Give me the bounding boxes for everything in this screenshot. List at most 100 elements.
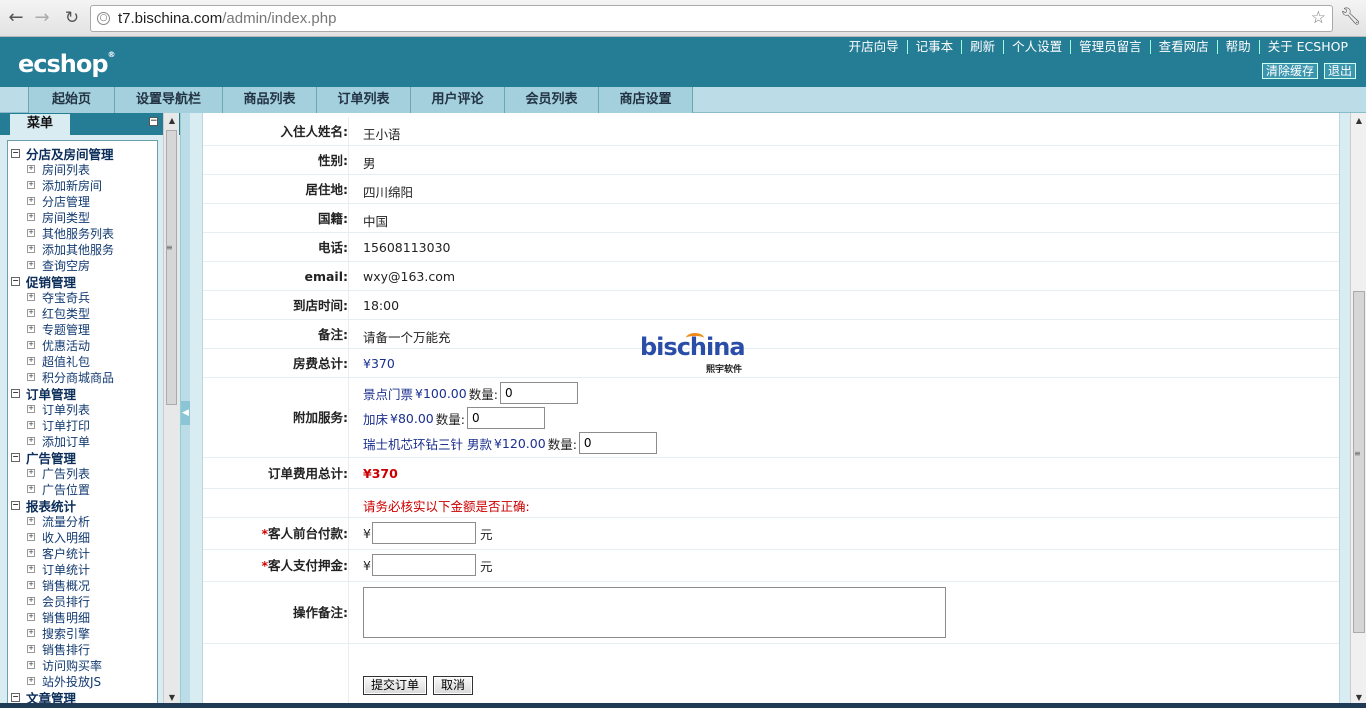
menu-item-label: 超值礼包	[42, 354, 91, 369]
menu-item-label: 房间列表	[42, 162, 91, 177]
scroll-down-icon[interactable]: ▼	[164, 693, 180, 702]
tab-member-list[interactable]: 会员列表	[504, 87, 598, 113]
link-about[interactable]: 关于 ECSHOP	[1258, 40, 1356, 54]
collapse-left-icon[interactable]: ◀	[181, 401, 190, 425]
phone-value: 15608113030	[363, 240, 451, 255]
menu-group[interactable]: − 分店及房间管理	[8, 145, 157, 162]
menu-item[interactable]: + 红包类型	[8, 305, 157, 321]
row-operation-note: 操作备注:	[203, 582, 1339, 644]
tab-goods-list[interactable]: 商品列表	[222, 87, 316, 113]
guest-name-value: 王小语	[363, 127, 401, 142]
front-payment-input[interactable]	[371, 522, 476, 544]
clear-cache-button[interactable]: 清除缓存	[1261, 63, 1318, 79]
operation-note-textarea[interactable]	[363, 587, 946, 638]
menu-item-icon: +	[27, 260, 35, 269]
scroll-up-icon[interactable]: ▲	[1351, 116, 1366, 125]
menu-group[interactable]: − 促销管理	[8, 273, 157, 290]
link-notepad[interactable]: 记事本	[906, 40, 962, 54]
menu-item[interactable]: + 夺宝奇兵	[8, 289, 157, 305]
menu-item[interactable]: + 搜索引擎	[8, 625, 157, 641]
menu-item[interactable]: + 销售排行	[8, 641, 157, 657]
menu-group[interactable]: − 广告管理	[8, 449, 157, 466]
main-scrollbar[interactable]: ▲ ≡ ▼	[1350, 113, 1366, 708]
menu-item[interactable]: + 分店管理	[8, 193, 157, 209]
empty-label	[203, 644, 349, 708]
residence-label: 居住地:	[203, 175, 349, 203]
menu-item-icon: +	[27, 612, 35, 621]
logout-button[interactable]: 退出	[1323, 63, 1356, 79]
menu-item[interactable]: + 超值礼包	[8, 353, 157, 369]
scroll-thumb[interactable]	[166, 130, 177, 405]
scroll-down-icon[interactable]: ▼	[1351, 693, 1366, 702]
link-help[interactable]: 帮助	[1216, 40, 1259, 54]
tab-home[interactable]: 起始页	[28, 87, 114, 113]
menu-item[interactable]: + 收入明细	[8, 529, 157, 545]
menu-item[interactable]: + 访问购买率	[8, 657, 157, 673]
menu-item-icon: +	[27, 228, 35, 237]
ecshop-logo[interactable]: ecshop®	[18, 50, 116, 78]
menu-item[interactable]: + 房间类型	[8, 209, 157, 225]
collapse-icon[interactable]: −	[11, 452, 20, 462]
star-icon[interactable]: ☆	[1311, 8, 1326, 28]
link-profile[interactable]: 个人设置	[1003, 40, 1070, 54]
menu-group[interactable]: − 订单管理	[8, 385, 157, 402]
row-note: 备注: 请备一个万能充	[203, 320, 1339, 349]
tab-shop-settings[interactable]: 商店设置	[598, 87, 692, 113]
collapse-icon[interactable]: −	[11, 148, 20, 158]
row-order-total: 订单费用总计: ¥370	[203, 458, 1339, 489]
collapse-icon[interactable]: −	[149, 117, 158, 126]
link-refresh[interactable]: 刷新	[961, 40, 1003, 54]
menu-item-label: 会员排行	[42, 594, 91, 609]
collapse-icon[interactable]: −	[11, 500, 20, 510]
collapse-icon[interactable]: −	[11, 692, 20, 702]
deposit-field: ¥ 元	[363, 554, 492, 576]
back-icon[interactable]: ←	[4, 7, 28, 29]
address-bar[interactable]: ○ t7.bischina.com/admin/index.php ☆	[90, 5, 1333, 32]
menu-item[interactable]: + 房间列表	[8, 161, 157, 177]
menu-item[interactable]: + 流量分析	[8, 513, 157, 529]
collapse-icon[interactable]: −	[11, 388, 20, 398]
email-label: email:	[203, 262, 349, 290]
forward-icon[interactable]: →	[30, 7, 54, 29]
url-text[interactable]: t7.bischina.com/admin/index.php	[118, 10, 336, 27]
service-price: ¥80.00	[390, 410, 434, 426]
menu-item[interactable]: + 客户统计	[8, 545, 157, 561]
menu-item[interactable]: + 订单统计	[8, 561, 157, 577]
reload-icon[interactable]: ↻	[60, 7, 84, 29]
wrench-icon[interactable]: 🔧︎	[1340, 7, 1362, 27]
service-item: 加床 ¥80.00 数量: 0	[363, 407, 545, 429]
menu-group[interactable]: − 报表统计	[8, 497, 157, 514]
menu-item[interactable]: + 其他服务列表	[8, 225, 157, 241]
collapse-icon[interactable]: −	[11, 276, 20, 286]
menu-item[interactable]: + 订单打印	[8, 417, 157, 433]
tab-user-comments[interactable]: 用户评论	[410, 87, 504, 113]
menu-item[interactable]: + 优惠活动	[8, 337, 157, 353]
deposit-input[interactable]	[371, 554, 476, 576]
tab-nav-settings[interactable]: 设置导航栏	[114, 87, 222, 113]
frame-splitter[interactable]: ◀	[180, 113, 190, 708]
submit-order-button[interactable]: 提交订单	[363, 676, 428, 695]
menu-item[interactable]: + 添加其他服务	[8, 241, 157, 257]
link-view-store[interactable]: 查看网店	[1149, 40, 1217, 54]
service-qty-input[interactable]: 0	[578, 432, 657, 454]
link-setup-wizard[interactable]: 开店向导	[841, 40, 907, 54]
menu-item[interactable]: + 销售明细	[8, 609, 157, 625]
menu-item[interactable]: + 广告列表	[8, 465, 157, 481]
cancel-button[interactable]: 取消	[433, 676, 474, 695]
menu-item-label: 销售排行	[42, 642, 91, 657]
service-qty-input[interactable]: 0	[499, 382, 578, 404]
menu-item[interactable]: + 添加新房间	[8, 177, 157, 193]
sidebar-scrollbar[interactable]: ▲ ≡ ▼	[163, 113, 179, 708]
row-arrival-time: 到店时间: 18:00	[203, 291, 1339, 320]
scroll-up-icon[interactable]: ▲	[164, 116, 180, 125]
menu-item[interactable]: + 专题管理	[8, 321, 157, 337]
service-qty-input[interactable]: 0	[466, 407, 545, 429]
menu-item-label: 销售概况	[42, 578, 91, 593]
menu-item[interactable]: + 会员排行	[8, 593, 157, 609]
link-admin-messages[interactable]: 管理员留言	[1070, 40, 1150, 54]
menu-item-icon: +	[27, 212, 35, 221]
menu-item[interactable]: + 销售概况	[8, 577, 157, 593]
menu-item[interactable]: + 订单列表	[8, 401, 157, 417]
scroll-thumb[interactable]	[1353, 291, 1365, 633]
tab-order-list[interactable]: 订单列表	[316, 87, 410, 113]
